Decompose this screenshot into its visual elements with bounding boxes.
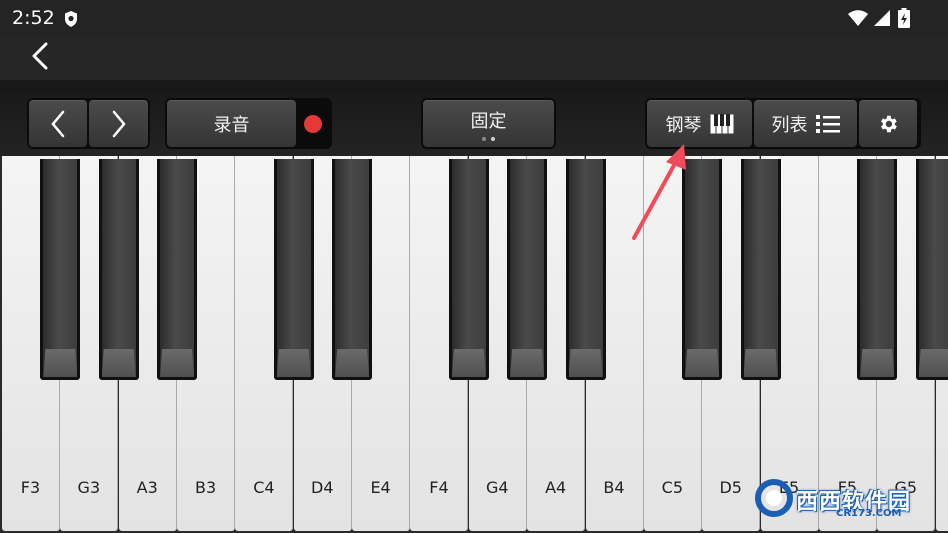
black-key[interactable]	[332, 159, 373, 380]
shield-icon	[65, 11, 77, 27]
list-button[interactable]: 列表	[754, 100, 857, 147]
fixed-group: 固定	[421, 98, 556, 149]
black-key-tip	[160, 349, 195, 377]
piano-label: 钢琴	[665, 115, 702, 136]
key-label: A3	[136, 478, 158, 497]
record-group: 录音	[165, 98, 332, 149]
black-key[interactable]	[740, 159, 781, 380]
signal-icon	[874, 10, 890, 26]
black-key[interactable]	[507, 159, 548, 380]
key-label: D5	[719, 478, 742, 497]
black-key-face	[160, 159, 195, 377]
black-key-face	[568, 159, 603, 377]
piano-mode-button[interactable]: 钢琴	[647, 100, 752, 147]
gear-icon	[881, 115, 897, 133]
key-label: C5	[661, 478, 684, 497]
black-key-tip	[43, 349, 78, 377]
piano-toolbar: 录音 固定 钢琴 列表	[0, 80, 948, 156]
black-key-tip	[860, 349, 895, 377]
list-label: 列表	[771, 115, 808, 136]
chevron-right-icon	[112, 110, 126, 138]
list-icon	[815, 114, 840, 134]
black-key[interactable]	[682, 159, 723, 380]
black-key[interactable]	[448, 159, 489, 380]
black-key[interactable]	[565, 159, 606, 380]
key-label: C4	[253, 478, 275, 497]
scroll-left-button[interactable]	[29, 100, 87, 147]
record-label: 录音	[213, 115, 250, 136]
black-key[interactable]	[98, 159, 139, 380]
black-key-tip	[510, 349, 545, 377]
black-key-tip	[918, 349, 948, 377]
black-key-face	[743, 159, 778, 377]
status-time: 2:52	[12, 7, 55, 29]
black-key-face	[101, 159, 136, 377]
key-label: E4	[370, 478, 391, 497]
scroll-right-button[interactable]	[89, 100, 148, 147]
key-label: A5	[936, 478, 948, 497]
black-key-face	[43, 159, 78, 377]
black-key-face	[276, 159, 311, 377]
key-label: B4	[603, 478, 625, 497]
app-bar	[0, 36, 948, 80]
black-key-face	[510, 159, 545, 377]
key-label: G4	[486, 478, 509, 497]
black-key-face	[335, 159, 370, 377]
fixed-label: 固定	[470, 111, 507, 132]
chevron-left-icon	[32, 42, 48, 70]
black-key[interactable]	[857, 159, 898, 380]
page-indicator-dots	[482, 137, 495, 141]
black-key-tip	[101, 349, 136, 377]
black-key[interactable]	[40, 159, 81, 380]
key-label: G3	[77, 478, 101, 497]
record-button[interactable]: 录音	[167, 100, 296, 147]
black-key-tip	[685, 349, 720, 377]
back-button[interactable]	[24, 38, 56, 74]
black-key-tip	[335, 349, 370, 377]
black-key[interactable]	[273, 159, 314, 380]
mode-group: 钢琴 列表	[645, 98, 921, 149]
black-key-face	[860, 159, 895, 377]
wifi-icon	[848, 10, 868, 26]
record-indicator-dot	[304, 114, 322, 133]
key-label: G5	[894, 478, 918, 497]
settings-button[interactable]	[859, 100, 917, 147]
black-key-tip	[743, 349, 778, 377]
key-label: F5	[837, 478, 858, 497]
fixed-button[interactable]: 固定	[423, 100, 554, 147]
key-label: E5	[778, 478, 800, 497]
black-key-tip	[568, 349, 603, 377]
black-key-tip	[451, 349, 486, 377]
scroll-nav-group	[27, 98, 150, 149]
key-label: F3	[20, 478, 41, 497]
key-label: B3	[194, 478, 217, 497]
black-key-tip	[276, 349, 311, 377]
black-key[interactable]	[157, 159, 198, 380]
key-label: A4	[545, 478, 567, 497]
battery-charging-icon	[898, 8, 910, 28]
black-key[interactable]	[915, 159, 948, 380]
key-label: D4	[311, 478, 334, 497]
status-bar: 2:52	[0, 0, 948, 36]
key-label: F4	[429, 478, 449, 497]
black-key-face	[918, 159, 948, 377]
piano-keyboard: F3 G3 A3 B3 C4 D4 E4 F4 G4 A4 B4 C5 D5 E5 F5 G5 A5	[0, 156, 948, 533]
piano-keys-icon	[710, 114, 734, 134]
black-key-face	[451, 159, 486, 377]
chevron-left-icon	[51, 110, 65, 138]
black-key-face	[685, 159, 720, 377]
